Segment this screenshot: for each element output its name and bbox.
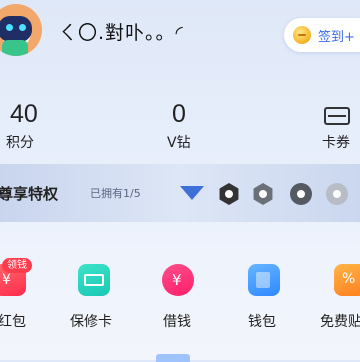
checkin-button[interactable]: 签到+ <box>284 18 360 52</box>
borrow-money-label[interactable]: 借钱 <box>163 311 191 331</box>
coupon-label: 卡券 <box>322 135 350 151</box>
round-badge-icon[interactable] <box>326 183 348 205</box>
privileges-title: 尊享特权 <box>0 185 59 203</box>
points-label: 积分 <box>6 135 34 151</box>
privileges-owned-count: 已拥有1/5 <box>90 187 141 200</box>
coin-icon <box>293 26 311 44</box>
points-value[interactable]: 40 <box>10 100 38 129</box>
wallet-label[interactable]: 钱包 <box>248 311 276 331</box>
bottom-card-hint <box>156 354 190 362</box>
warranty-card-label[interactable]: 保修卡 <box>70 311 112 331</box>
username[interactable]: ㄑ〇.對卟。。◜ <box>58 18 184 45</box>
user-avatar[interactable] <box>0 4 42 56</box>
free-sticker-icon[interactable] <box>334 264 360 296</box>
avatar-body-icon <box>2 40 28 56</box>
wallet-icon[interactable] <box>248 264 280 296</box>
coupon-card-icon[interactable] <box>324 107 350 125</box>
red-packet-tag: 领钱 <box>2 258 32 273</box>
avatar-eye-icon <box>6 24 13 31</box>
vdiamond-value[interactable]: 0 <box>172 100 186 129</box>
robot-avatar-icon <box>0 16 32 42</box>
free-sticker-label[interactable]: 免费贴 <box>320 311 360 331</box>
avatar-eye-icon <box>19 24 26 31</box>
warranty-card-icon[interactable] <box>78 264 110 296</box>
checkin-label: 签到+ <box>318 29 355 45</box>
camera-badge-icon[interactable] <box>290 183 312 205</box>
vdiamond-label: V钻 <box>167 135 191 151</box>
red-packet-label[interactable]: 红包 <box>0 311 26 331</box>
borrow-money-icon[interactable] <box>162 264 194 296</box>
chevron-badge-icon[interactable] <box>180 186 204 202</box>
